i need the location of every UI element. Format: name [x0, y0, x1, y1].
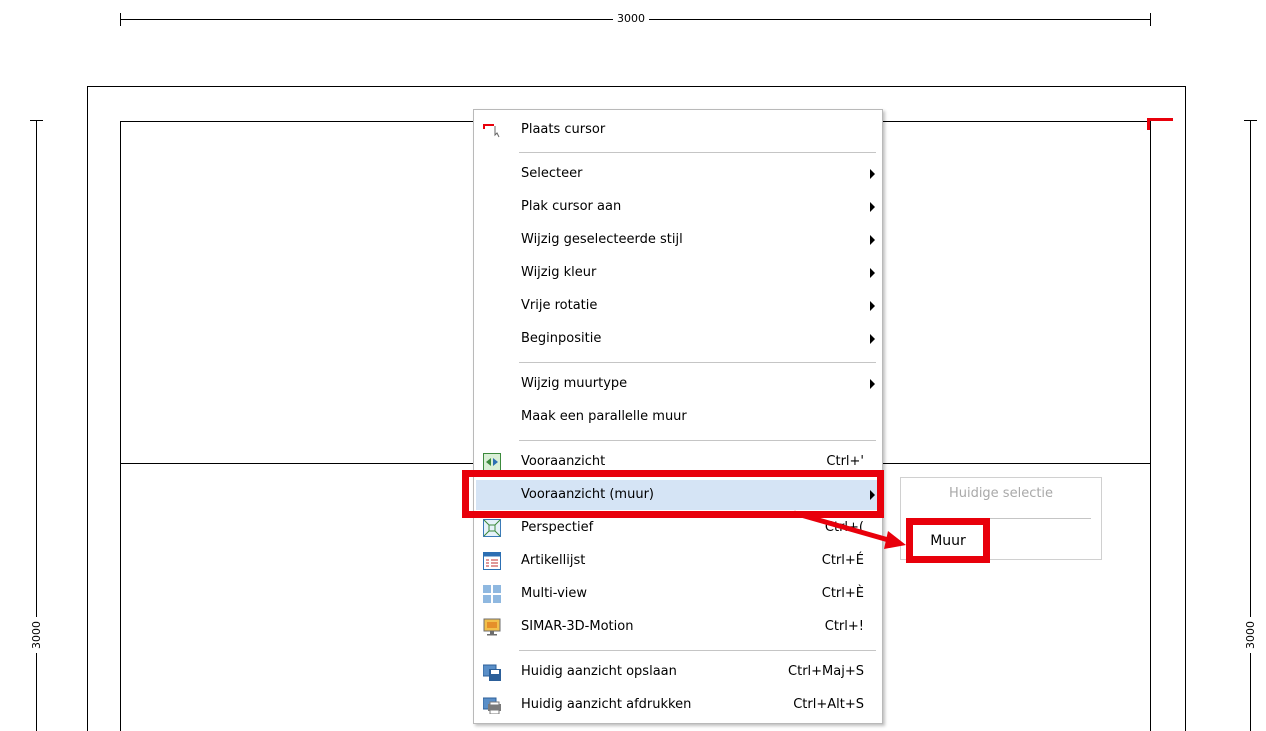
menu-item-label: Plaats cursor — [521, 122, 606, 137]
menu-separator — [519, 152, 876, 153]
menu-item-label: Wijzig geselecteerde stijl — [521, 232, 683, 247]
save-view-icon — [482, 663, 501, 681]
menu-item-plak-cursor-aan[interactable]: Plak cursor aan — [476, 192, 880, 222]
cursor-place-icon — [483, 121, 501, 139]
middle-wall-left[interactable] — [120, 463, 474, 464]
menu-item-label: Wijzig kleur — [521, 265, 597, 280]
menu-item-aanzicht-opslaan[interactable]: Huidig aanzicht opslaan Ctrl+Maj+S — [476, 657, 880, 687]
article-list-icon — [483, 552, 501, 570]
menu-item-multi-view[interactable]: Multi-view Ctrl+È — [476, 579, 880, 609]
menu-item-label: Vooraanzicht — [521, 454, 606, 469]
submenu-item-huidige-selectie: Huidige selectie — [948, 486, 1054, 501]
submenu-item-muur[interactable]: Muur — [906, 518, 990, 563]
menu-item-beginpositie[interactable]: Beginpositie — [476, 324, 880, 354]
menu-item-label: Huidig aanzicht opslaan — [521, 664, 677, 679]
inner-wall-top-left[interactable] — [120, 121, 474, 122]
menu-item-label: SIMAR-3D-Motion — [521, 619, 634, 634]
middle-wall-right[interactable] — [881, 463, 1151, 464]
submenu-arrow-icon — [870, 202, 875, 212]
context-menu: Plaats cursor Selecteer Plak cursor aan … — [473, 109, 883, 724]
menu-separator — [519, 650, 876, 651]
submenu-arrow-icon — [870, 268, 875, 278]
top-dimension-tick-right — [1150, 13, 1151, 26]
perspective-icon — [483, 519, 501, 537]
outer-wall-right[interactable] — [1185, 86, 1186, 731]
inner-wall-top-right[interactable] — [881, 121, 1151, 122]
menu-item-label: Maak een parallelle muur — [521, 409, 687, 424]
menu-item-simar-3d-motion[interactable]: SIMAR-3D-Motion Ctrl+! — [476, 612, 880, 642]
menu-item-label: Selecteer — [521, 166, 583, 181]
menu-item-shortcut: Ctrl+' — [826, 454, 864, 469]
submenu-item-muur-label: Muur — [930, 532, 966, 549]
menu-item-wijzig-stijl[interactable]: Wijzig geselecteerde stijl — [476, 225, 880, 255]
menu-item-label: Huidig aanzicht afdrukken — [521, 697, 692, 712]
right-dimension-tick-top — [1244, 120, 1257, 121]
multi-view-icon — [483, 585, 501, 603]
menu-item-shortcut: Ctrl+È — [821, 586, 864, 601]
menu-item-shortcut: Ctrl+Maj+S — [788, 664, 864, 679]
left-dimension-label: 3000 — [30, 617, 44, 653]
menu-item-label: Plak cursor aan — [521, 199, 622, 214]
submenu-arrow-icon — [870, 334, 875, 344]
front-view-icon — [483, 453, 501, 471]
top-dimension-tick-left — [120, 13, 121, 26]
menu-item-plaats-cursor[interactable]: Plaats cursor — [476, 115, 880, 145]
right-dimension-label: 3000 — [1244, 617, 1258, 653]
submenu-arrow-icon — [870, 379, 875, 389]
menu-item-parallelle-muur[interactable]: Maak een parallelle muur — [476, 402, 880, 432]
submenu-arrow-icon — [870, 169, 875, 179]
menu-item-vrije-rotatie[interactable]: Vrije rotatie — [476, 291, 880, 321]
cursor-marker-leg — [1147, 118, 1150, 130]
menu-item-label: Multi-view — [521, 586, 588, 601]
annotation-arrow-icon — [793, 510, 906, 549]
outer-wall-left[interactable] — [87, 86, 88, 731]
inner-wall-left[interactable] — [120, 121, 121, 731]
left-dimension-tick-top — [30, 120, 43, 121]
menu-item-label: Artikellijst — [521, 553, 586, 568]
menu-separator — [519, 362, 876, 363]
submenu-arrow-icon — [870, 301, 875, 311]
inner-wall-right[interactable] — [1150, 121, 1151, 731]
menu-item-shortcut: Ctrl+É — [821, 553, 864, 568]
menu-item-shortcut: Ctrl+Alt+S — [793, 697, 864, 712]
menu-item-aanzicht-afdrukken[interactable]: Huidig aanzicht afdrukken Ctrl+Alt+S — [476, 690, 880, 720]
menu-item-selecteer[interactable]: Selecteer — [476, 159, 880, 189]
outer-wall-top[interactable] — [87, 86, 1186, 87]
submenu-arrow-icon — [870, 235, 875, 245]
menu-item-label: Beginpositie — [521, 331, 602, 346]
menu-item-wijzig-kleur[interactable]: Wijzig kleur — [476, 258, 880, 288]
menu-item-shortcut: Ctrl+! — [824, 619, 864, 634]
menu-item-label: Wijzig muurtype — [521, 376, 628, 391]
menu-item-label: Vrije rotatie — [521, 298, 598, 313]
monitor-3d-icon — [483, 618, 501, 636]
print-view-icon — [482, 696, 501, 715]
cursor-marker — [1147, 118, 1173, 121]
top-dimension-label: 3000 — [613, 12, 649, 26]
menu-item-wijzig-muurtype[interactable]: Wijzig muurtype — [476, 369, 880, 399]
menu-item-label: Perspectief — [521, 520, 594, 535]
menu-separator — [519, 440, 876, 441]
